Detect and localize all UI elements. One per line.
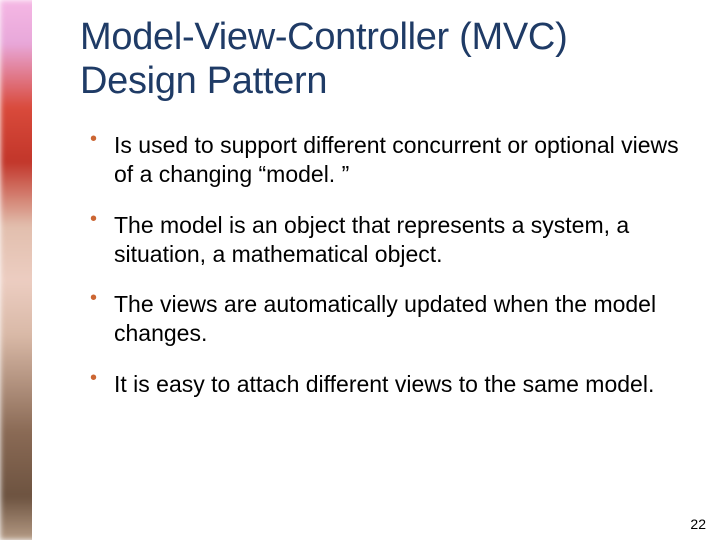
page-number: 22 xyxy=(690,516,706,532)
bullet-item: The model is an object that represents a… xyxy=(80,211,690,269)
bullet-item: It is easy to attach different views to … xyxy=(80,370,690,399)
slide-title: Model-View-Controller (MVC) Design Patte… xyxy=(80,16,690,103)
bullet-list: Is used to support different concurrent … xyxy=(80,131,690,398)
content-area: Model-View-Controller (MVC) Design Patte… xyxy=(80,16,690,530)
slide: Model-View-Controller (MVC) Design Patte… xyxy=(0,0,720,540)
side-white-bar xyxy=(32,0,48,540)
side-decoration xyxy=(0,0,48,540)
bullet-item: Is used to support different concurrent … xyxy=(80,131,690,189)
bullet-item: The views are automatically updated when… xyxy=(80,290,690,348)
